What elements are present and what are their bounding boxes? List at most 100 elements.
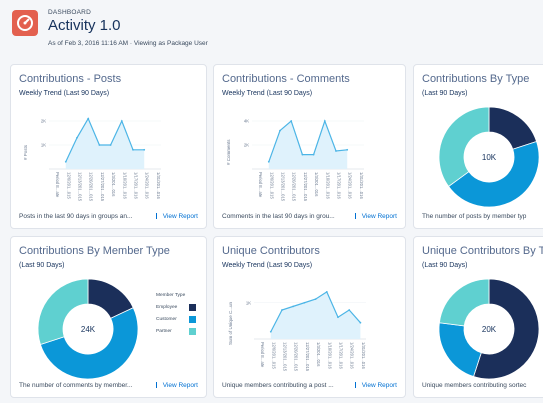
donut-center-label: 24K <box>81 325 96 334</box>
x-tick-label: 1/31/201...016 <box>156 172 161 199</box>
x-tick-label: 1/17/201...016 <box>339 342 344 369</box>
x-tick-label: 1/24/201...016 <box>348 172 353 199</box>
view-report-link[interactable]: View Report <box>354 382 397 389</box>
data-point[interactable] <box>120 120 123 122</box>
legend-item-customer[interactable]: Customer <box>156 317 177 322</box>
card-title[interactable]: Unique Contributors By T <box>422 245 543 257</box>
x-tick-label: 12/20/201...015 <box>89 172 94 202</box>
page-title: Activity 1.0 <box>48 17 121 34</box>
chart-legend: Member Type Employee Customer Partner <box>156 293 206 343</box>
data-point[interactable] <box>323 120 326 122</box>
data-point[interactable] <box>64 160 67 163</box>
x-tick-label: 12/13/201...015 <box>281 172 286 202</box>
report-icon <box>354 213 360 219</box>
card-title[interactable]: Contributions - Posts <box>19 73 121 85</box>
x-tick-label: Period E...ate <box>55 172 60 198</box>
card-contributions-posts: Contributions - Posts Weekly Trend (Last… <box>10 64 207 229</box>
card-title[interactable]: Contributions By Type <box>422 73 529 85</box>
data-point[interactable] <box>109 144 112 146</box>
donut-slice[interactable] <box>488 106 538 150</box>
x-tick-label: 1/3/201...016 <box>316 342 321 367</box>
data-point[interactable] <box>292 305 295 308</box>
data-point[interactable] <box>314 298 317 301</box>
header-kicker: DASHBOARD <box>48 9 91 16</box>
x-tick-label: 12/13/201...015 <box>78 172 83 202</box>
card-footer: Comments in the last 90 days in grou... <box>222 213 335 220</box>
data-point[interactable] <box>87 117 90 120</box>
comments-trend-chart: 4K 2K Period E...ate 12/6/201...015 12/13/20… <box>244 119 364 202</box>
card-title[interactable]: Contributions By Member Type <box>19 245 170 257</box>
data-point[interactable] <box>290 120 293 122</box>
x-tick-label: 1/24/201...016 <box>145 172 150 199</box>
donut-center-label: 10K <box>482 153 497 162</box>
x-tick-label: 12/6/201...015 <box>269 172 274 199</box>
donut-slice[interactable] <box>438 322 482 378</box>
card-footer: Unique members contributing sortec <box>422 382 527 389</box>
x-tick-label: Period E...ate <box>258 172 263 198</box>
card-subtitle: Weekly Trend (Last 90 Days) <box>222 90 313 97</box>
y-tick-label: 1K <box>246 300 251 305</box>
x-tick-label: 12/20/201...015 <box>292 172 297 202</box>
card-subtitle: (Last 90 Days) <box>422 262 468 269</box>
legend-title: Member Type <box>156 293 186 298</box>
y-tick-label: 2K <box>244 143 249 148</box>
dashboard-logo <box>12 10 38 36</box>
card-subtitle: Weekly Trend (Last 90 Days) <box>19 90 110 97</box>
dashboard-gauge-icon <box>17 15 33 31</box>
data-point[interactable] <box>267 160 270 163</box>
view-report-link[interactable]: View Report <box>155 213 198 220</box>
x-tick-label: 1/10/201...016 <box>325 172 330 199</box>
donut-center-label: 20K <box>482 325 497 334</box>
data-point[interactable] <box>303 301 306 304</box>
data-point[interactable] <box>281 309 283 311</box>
view-report-link[interactable]: View Report <box>155 382 198 389</box>
view-report-link[interactable]: View Report <box>354 213 397 220</box>
data-point[interactable] <box>325 290 328 293</box>
card-title[interactable]: Contributions - Comments <box>222 73 350 85</box>
data-point[interactable] <box>76 136 78 139</box>
card-title[interactable]: Unique Contributors <box>222 245 320 257</box>
data-point[interactable] <box>143 148 146 151</box>
dashboard-header: DASHBOARD Activity 1.0 As of Feb 3, 2016… <box>0 0 543 58</box>
data-point[interactable] <box>348 309 351 311</box>
legend-swatch-employee <box>189 304 196 311</box>
x-tick-label: 1/31/201...016 <box>361 342 366 369</box>
data-point[interactable] <box>359 321 362 324</box>
report-icon <box>354 382 360 388</box>
x-tick-label: 12/6/201...015 <box>66 172 71 199</box>
x-tick-label: Period E...ate <box>260 342 265 368</box>
donut-slice[interactable] <box>438 106 490 187</box>
data-point[interactable] <box>337 316 339 319</box>
legend-swatch-customer <box>189 316 196 323</box>
data-point[interactable] <box>98 144 101 146</box>
card-contributions-by-type: Contributions By Type (Last 90 Days) 10K… <box>413 64 543 229</box>
data-point[interactable] <box>269 330 272 333</box>
legend-item-employee[interactable]: Employee <box>156 305 177 310</box>
x-tick-label: 12/27/201...015 <box>303 172 308 202</box>
y-axis-label: Sum of Unique C...un <box>228 301 233 345</box>
donut-slice[interactable] <box>438 278 490 327</box>
data-point[interactable] <box>312 153 315 156</box>
series-area <box>65 118 145 169</box>
x-tick-label: 12/6/201...015 <box>271 342 276 369</box>
data-point[interactable] <box>335 150 337 152</box>
data-point[interactable] <box>132 148 134 151</box>
card-contributions-comments: Contributions - Comments Weekly Trend (L… <box>213 64 406 229</box>
x-tick-label: 1/17/201...016 <box>134 172 139 199</box>
posts-trend-chart: 2K 1K Period E...ate 12/6/201...015 12/13/20… <box>41 117 161 202</box>
donut-slice[interactable] <box>37 278 89 345</box>
legend-item-partner[interactable]: Partner <box>156 329 172 334</box>
x-tick-label: 1/3/201...016 <box>111 172 116 197</box>
data-point[interactable] <box>301 153 304 156</box>
y-axis-label: # Posts <box>23 144 28 160</box>
card-unique-contributors-by-type: Unique Contributors By T (Last 90 Days) … <box>413 236 543 398</box>
data-point[interactable] <box>346 148 349 151</box>
x-tick-label: 12/13/201...015 <box>283 342 288 372</box>
card-subtitle: Weekly Trend (Last 90 Days) <box>222 262 313 269</box>
y-tick-label: 4K <box>244 119 249 124</box>
header-subtitle: As of Feb 3, 2016 11:16 AM · Viewing as … <box>48 40 208 47</box>
card-footer: Posts in the last 90 days in groups an..… <box>19 213 133 220</box>
data-point[interactable] <box>279 129 281 132</box>
card-unique-contributors: Unique Contributors Weekly Trend (Last 9… <box>213 236 406 398</box>
report-icon <box>155 213 161 219</box>
